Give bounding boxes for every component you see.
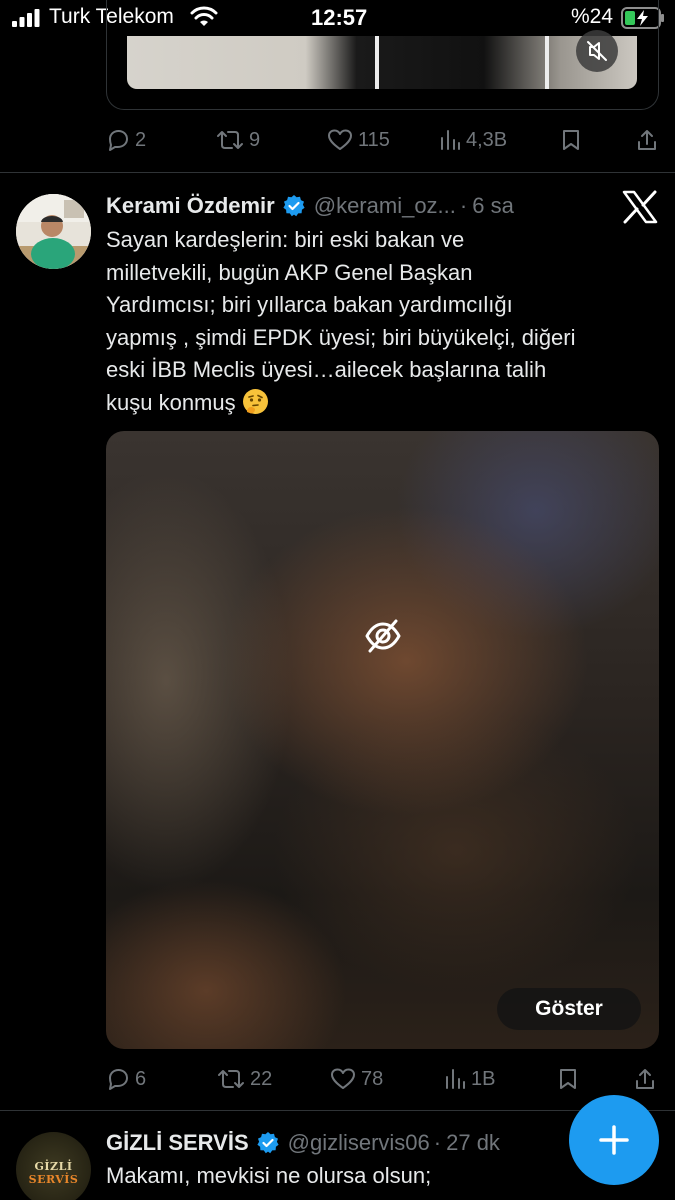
views-button[interactable]: 1B — [444, 1064, 495, 1094]
avatar-logo: GİZLİ SERVİS — [28, 1160, 79, 1186]
separator-dot: · — [433, 1130, 442, 1155]
views-chart-icon — [441, 130, 460, 150]
retweet-button[interactable]: 9 — [216, 125, 260, 155]
like-count: 78 — [361, 1067, 384, 1090]
heart-icon — [328, 129, 352, 150]
handle[interactable]: @gizliservis06 — [288, 1130, 430, 1156]
previous-tweet-actions: 2 9 115 4,3B — [106, 125, 659, 155]
share-button[interactable] — [634, 1064, 656, 1094]
avatar-photo — [16, 194, 91, 269]
reply-icon — [109, 130, 128, 151]
retweet-count: 9 — [249, 128, 261, 151]
compose-button[interactable] — [569, 1095, 659, 1185]
tweet-divider — [0, 172, 675, 173]
plus-icon — [599, 1125, 629, 1155]
sensitive-media[interactable]: Göster — [106, 431, 659, 1049]
views-count: 4,3B — [466, 128, 508, 151]
share-button[interactable] — [636, 125, 658, 155]
display-name[interactable]: Kerami Özdemir — [106, 193, 275, 219]
reply-count: 6 — [135, 1067, 147, 1090]
reply-button[interactable]: 6 — [106, 1064, 146, 1094]
views-chart-icon — [446, 1069, 465, 1089]
separator-dot: · — [459, 193, 468, 218]
reply-icon — [109, 1069, 128, 1090]
retweet-icon — [217, 131, 243, 149]
like-count: 115 — [358, 128, 390, 151]
bookmark-button[interactable] — [561, 125, 581, 155]
heart-icon — [331, 1068, 355, 1089]
bookmark-button[interactable] — [558, 1064, 578, 1094]
retweet-button[interactable]: 22 — [217, 1064, 272, 1094]
x-logo-icon[interactable] — [622, 190, 658, 224]
retweet-icon — [218, 1070, 244, 1088]
views-count: 1B — [471, 1067, 496, 1090]
retweet-count: 22 — [250, 1067, 273, 1090]
tweet-divider — [0, 1110, 675, 1111]
display-name[interactable]: GİZLİ SERVİS — [106, 1130, 249, 1156]
tweet-header: GİZLİ SERVİS @gizliservis06 · 27 dk — [106, 1127, 500, 1159]
muted-speaker-icon — [587, 41, 607, 61]
show-media-button[interactable]: Göster — [497, 988, 641, 1030]
timestamp[interactable]: 6 sa — [472, 193, 514, 219]
tweet-text: Sayan kardeşlerin: biri eski bakan ve mi… — [106, 224, 666, 419]
avatar[interactable]: GİZLİ SERVİS — [16, 1132, 91, 1200]
tweet-actions: 6 22 78 1B — [106, 1064, 659, 1094]
verified-badge-icon — [257, 1132, 279, 1154]
signal-icon — [12, 9, 40, 27]
handle[interactable]: @kerami_oz... — [314, 193, 456, 219]
tweet-header: Kerami Özdemir @kerami_oz... · 6 sa — [106, 190, 514, 222]
bookmark-icon — [560, 1069, 576, 1089]
verified-badge-icon — [283, 195, 305, 217]
like-button[interactable]: 115 — [327, 125, 390, 155]
share-icon — [636, 1069, 654, 1089]
timestamp[interactable]: 27 dk — [446, 1130, 500, 1156]
reply-button[interactable]: 2 — [106, 125, 146, 155]
tweet-body: Sayan kardeşlerin: biri eski bakan ve mi… — [106, 227, 576, 415]
bookmark-icon — [563, 130, 579, 150]
reply-count: 2 — [135, 128, 147, 151]
thinking-face-emoji — [242, 388, 268, 414]
previous-tweet-video[interactable] — [127, 36, 637, 89]
avatar[interactable] — [16, 194, 91, 269]
share-icon — [638, 130, 656, 150]
views-button[interactable]: 4,3B — [439, 125, 507, 155]
like-button[interactable]: 78 — [330, 1064, 383, 1094]
mute-button[interactable] — [576, 30, 618, 72]
eye-slash-icon — [365, 619, 401, 653]
